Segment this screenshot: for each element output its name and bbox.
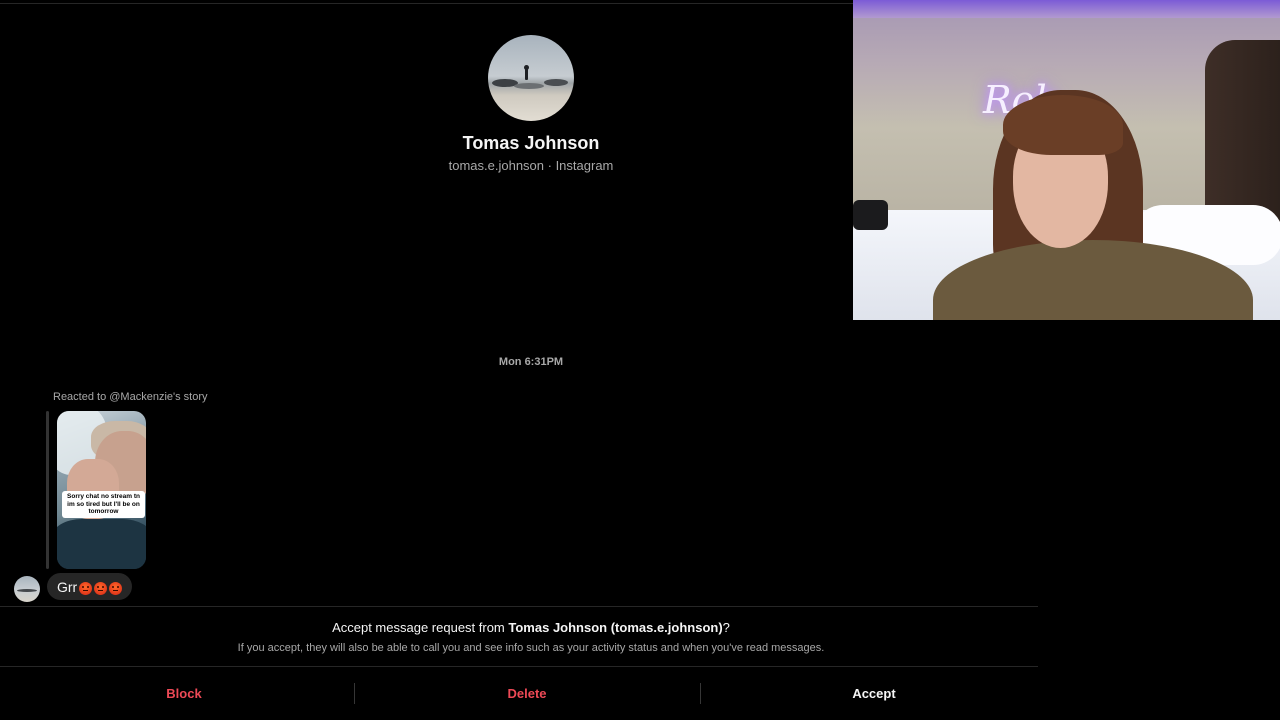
profile-avatar[interactable] <box>488 35 574 121</box>
story-reply-bar <box>46 411 49 569</box>
request-title: Accept message request from Tomas Johnso… <box>0 620 1062 635</box>
request-title-name: Tomas Johnson (tomas.e.johnson) <box>508 620 723 635</box>
story-caption: Sorry chat no stream tn im so tired but … <box>62 491 145 518</box>
message-timestamp: Mon 6:31PM <box>498 356 564 368</box>
block-button[interactable]: Block <box>14 667 354 720</box>
message-bubble[interactable]: Grr <box>47 573 133 600</box>
sender-avatar[interactable] <box>14 576 40 602</box>
request-title-suffix: ? <box>722 620 730 635</box>
request-subtitle: If you accept, they will also be able to… <box>237 642 825 654</box>
action-separator <box>354 683 355 704</box>
webcam-overlay: Rob <box>853 0 1280 320</box>
angry-face-emoji <box>94 582 108 595</box>
request-title-prefix: Accept message request from <box>332 620 509 635</box>
accept-button[interactable]: Accept <box>704 667 1044 720</box>
angry-face-emoji <box>79 582 93 595</box>
action-separator <box>700 683 701 704</box>
story-reaction-label: Reacted to @Mackenzie's story <box>53 391 208 403</box>
delete-button[interactable]: Delete <box>357 667 697 720</box>
request-divider <box>0 606 1038 607</box>
message-text: Grr <box>57 578 78 595</box>
angry-face-emoji <box>109 582 123 595</box>
top-divider <box>0 3 853 4</box>
story-thumbnail[interactable]: Sorry chat no stream tn im so tired but … <box>57 411 146 569</box>
